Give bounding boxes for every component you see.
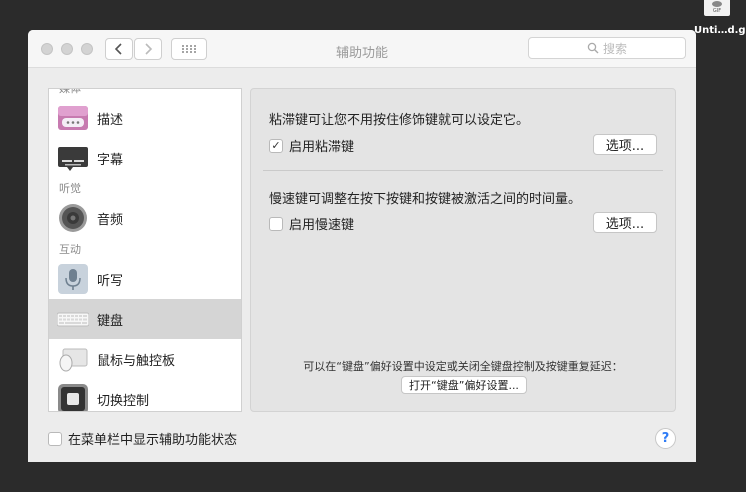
sidebar-item-audio[interactable]: 音频 <box>49 198 241 238</box>
switch-control-icon <box>58 384 88 411</box>
sidebar-item-label: 鼠标与触控板 <box>97 354 176 369</box>
keyboard-prefs-note: 可以在“键盘”偏好设置中设定或关闭全键盘控制及按键重复延迟： <box>303 360 623 373</box>
search-placeholder: 搜索 <box>602 41 627 56</box>
sidebar-item-captions[interactable]: 字幕 <box>49 138 241 178</box>
desktop-gif-file[interactable]: GIF Unti…d.gif <box>694 0 746 40</box>
accessibility-window: 辅助功能 搜索 媒体 描述 字幕 听觉 音频 互动 听写 键盘 鼠标与触控板 切… <box>28 30 696 462</box>
menubar-status-checkbox-row[interactable]: 在菜单栏中显示辅助功能状态 <box>48 429 237 448</box>
slow-keys-options-button[interactable]: 选项... <box>593 212 657 233</box>
sticky-keys-label: 启用粘滞键 <box>289 140 355 155</box>
keyboard-icon <box>57 312 89 327</box>
captions-icon <box>58 147 88 171</box>
sidebar-item-label: 音频 <box>97 213 124 228</box>
forward-button[interactable] <box>134 38 162 60</box>
description-icon <box>58 106 88 130</box>
sidebar-item-switch-control[interactable]: 切换控制 <box>49 379 241 411</box>
open-keyboard-prefs-button[interactable]: 打开“键盘”偏好设置... <box>401 376 527 394</box>
sidebar-item-label: 听写 <box>97 274 124 289</box>
mouse-trackpad-icon <box>59 348 88 372</box>
sidebar-section-interaction: 互动 <box>59 243 81 256</box>
zoom-window-button[interactable] <box>81 43 93 55</box>
title-bar: 辅助功能 搜索 <box>28 30 696 68</box>
slow-keys-label: 启用慢速键 <box>289 218 355 233</box>
help-button[interactable]: ? <box>655 428 676 449</box>
search-icon <box>587 42 599 54</box>
section-divider <box>263 170 663 171</box>
minimize-window-button[interactable] <box>61 43 73 55</box>
sidebar-item-mouse-trackpad[interactable]: 鼠标与触控板 <box>49 339 241 379</box>
slow-keys-description: 慢速键可调整在按下按键和按键被激活之间的时间量。 <box>269 192 582 207</box>
sidebar-item-label: 切换控制 <box>97 394 150 409</box>
audio-speaker-icon <box>59 204 87 232</box>
menubar-status-checkbox[interactable] <box>48 431 62 446</box>
keyboard-settings-panel: 粘滞键可让您不用按住修饰键就可以设定它。 ✓ 启用粘滞键 选项... 慢速键可调… <box>250 88 676 412</box>
sidebar-item-label: 描述 <box>97 113 124 128</box>
sidebar-item-label: 字幕 <box>97 153 124 168</box>
menubar-status-label: 在菜单栏中显示辅助功能状态 <box>68 433 238 448</box>
search-field[interactable]: 搜索 <box>528 37 686 59</box>
grid-icon <box>182 45 196 53</box>
slow-keys-checkbox[interactable] <box>269 216 283 231</box>
sidebar-item-dictation[interactable]: 听写 <box>49 259 241 299</box>
sticky-keys-checkbox-row[interactable]: ✓ 启用粘滞键 <box>269 136 354 155</box>
show-all-button[interactable] <box>171 38 207 60</box>
slow-keys-checkbox-row[interactable]: 启用慢速键 <box>269 214 354 233</box>
chevron-left-icon <box>114 43 122 55</box>
sidebar-item-description[interactable]: 描述 <box>49 98 241 138</box>
sidebar-item-keyboard[interactable]: 键盘 <box>49 299 241 339</box>
sticky-keys-options-button[interactable]: 选项... <box>593 134 657 155</box>
dictation-mic-icon <box>58 264 88 294</box>
sidebar-section-hearing: 听觉 <box>59 182 81 195</box>
sidebar-item-label: 键盘 <box>97 314 124 329</box>
close-window-button[interactable] <box>41 43 53 55</box>
back-button[interactable] <box>105 38 133 60</box>
sticky-keys-checkbox[interactable]: ✓ <box>269 138 283 153</box>
sticky-keys-description: 粘滞键可让您不用按住修饰键就可以设定它。 <box>269 113 530 128</box>
sidebar-section-media: 媒体 <box>59 88 81 95</box>
desktop-file-name: Unti…d.gif <box>694 25 746 36</box>
gif-file-icon: GIF <box>704 0 730 16</box>
category-sidebar[interactable]: 媒体 描述 字幕 听觉 音频 互动 听写 键盘 鼠标与触控板 切换控制 <box>48 88 242 412</box>
chevron-right-icon <box>145 43 153 55</box>
